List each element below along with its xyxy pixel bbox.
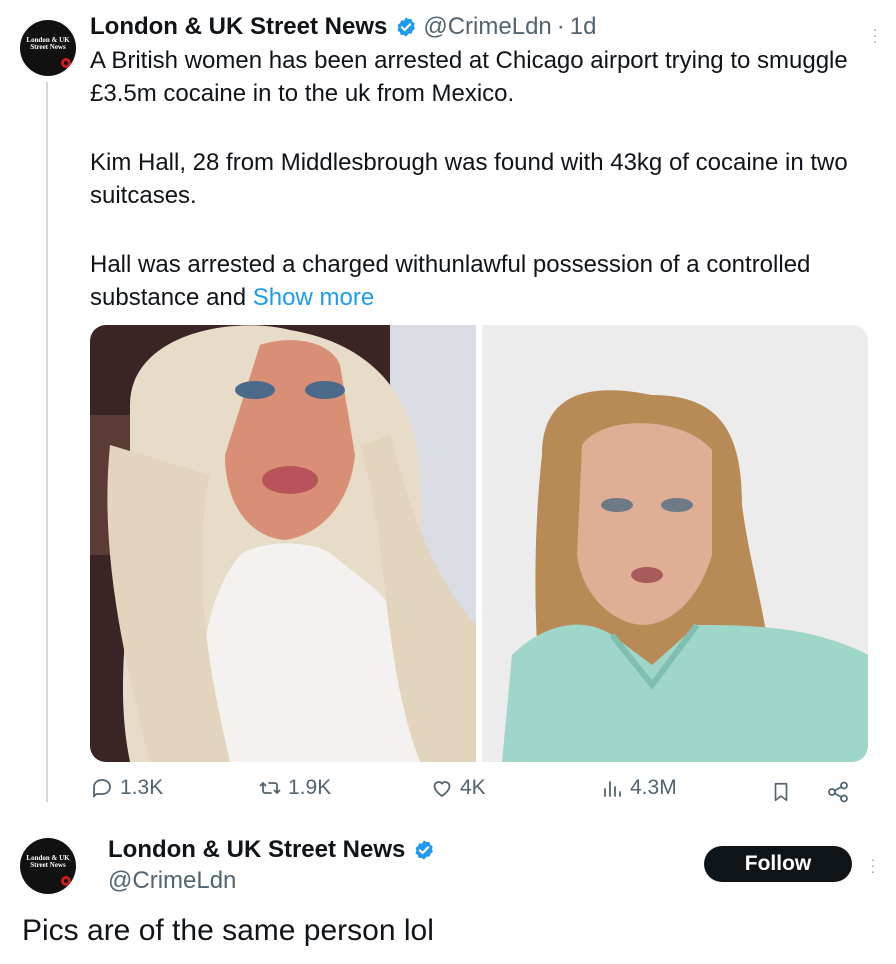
card-verified-badge-icon	[415, 840, 434, 860]
show-more-link[interactable]: Show more	[253, 284, 374, 311]
card-more-options-icon[interactable]: · · ·	[868, 852, 878, 878]
tweet-actions: 1.3K 1.9K 4K 4.3M	[90, 776, 870, 808]
author-handle[interactable]: @CrimeLdn	[423, 12, 551, 42]
more-options-icon[interactable]: · · ·	[870, 22, 880, 48]
selfie-photo[interactable]	[90, 325, 476, 762]
tweet-paragraph-3: Hall was arrested a charged withunlawful…	[90, 248, 870, 314]
tweet-paragraph-1: A British women has been arrested at Chi…	[90, 47, 848, 107]
avatar-logo-text: London & UK Street News	[26, 36, 70, 51]
tweet-media	[90, 325, 868, 762]
like-button[interactable]: 4K	[430, 776, 486, 800]
views-icon	[604, 781, 621, 797]
reply-icon	[93, 779, 111, 798]
views-button[interactable]: 4.3M	[600, 776, 677, 800]
repost-icon	[259, 782, 281, 794]
card-poppy-icon	[61, 876, 71, 886]
tweet-paragraph-3-text: Hall was arrested a charged withunlawful…	[90, 251, 811, 311]
tweet-paragraph-2: Kim Hall, 28 from Middlesbrough was foun…	[90, 149, 848, 209]
like-count: 4K	[460, 776, 486, 799]
view-count: 4.3M	[630, 776, 677, 799]
separator-dot: ·	[556, 13, 565, 40]
author-name[interactable]: London & UK Street News	[90, 12, 387, 42]
thread-line	[46, 82, 48, 802]
card-author-name-row: London & UK Street News	[108, 836, 441, 864]
repost-count: 1.9K	[288, 776, 332, 799]
like-icon	[433, 781, 451, 798]
tweet-text: A British women has been arrested at Chi…	[90, 44, 870, 314]
verified-badge-icon	[397, 17, 416, 37]
reply-count: 1.3K	[120, 776, 164, 799]
card-avatar-logo-text: London & UK Street News	[26, 854, 70, 869]
card-author-handle[interactable]: @CrimeLdn	[108, 867, 236, 895]
card-avatar[interactable]: London & UK Street News	[20, 838, 76, 894]
tweet-header: London & UK Street News @CrimeLdn · 1d	[90, 12, 596, 42]
follow-button[interactable]: Follow	[704, 846, 852, 882]
card-author-name[interactable]: London & UK Street News	[108, 836, 405, 864]
repost-button[interactable]: 1.9K	[258, 776, 331, 800]
share-icon[interactable]	[826, 780, 850, 804]
poppy-icon	[61, 58, 71, 68]
author-avatar[interactable]: London & UK Street News	[20, 20, 76, 76]
tweet-time[interactable]: 1d	[570, 12, 597, 42]
mugshot-photo[interactable]	[482, 325, 868, 762]
reply-button[interactable]: 1.3K	[90, 776, 163, 800]
reply-text: Pics are of the same person lol	[22, 914, 434, 947]
bookmark-icon[interactable]	[770, 780, 792, 804]
